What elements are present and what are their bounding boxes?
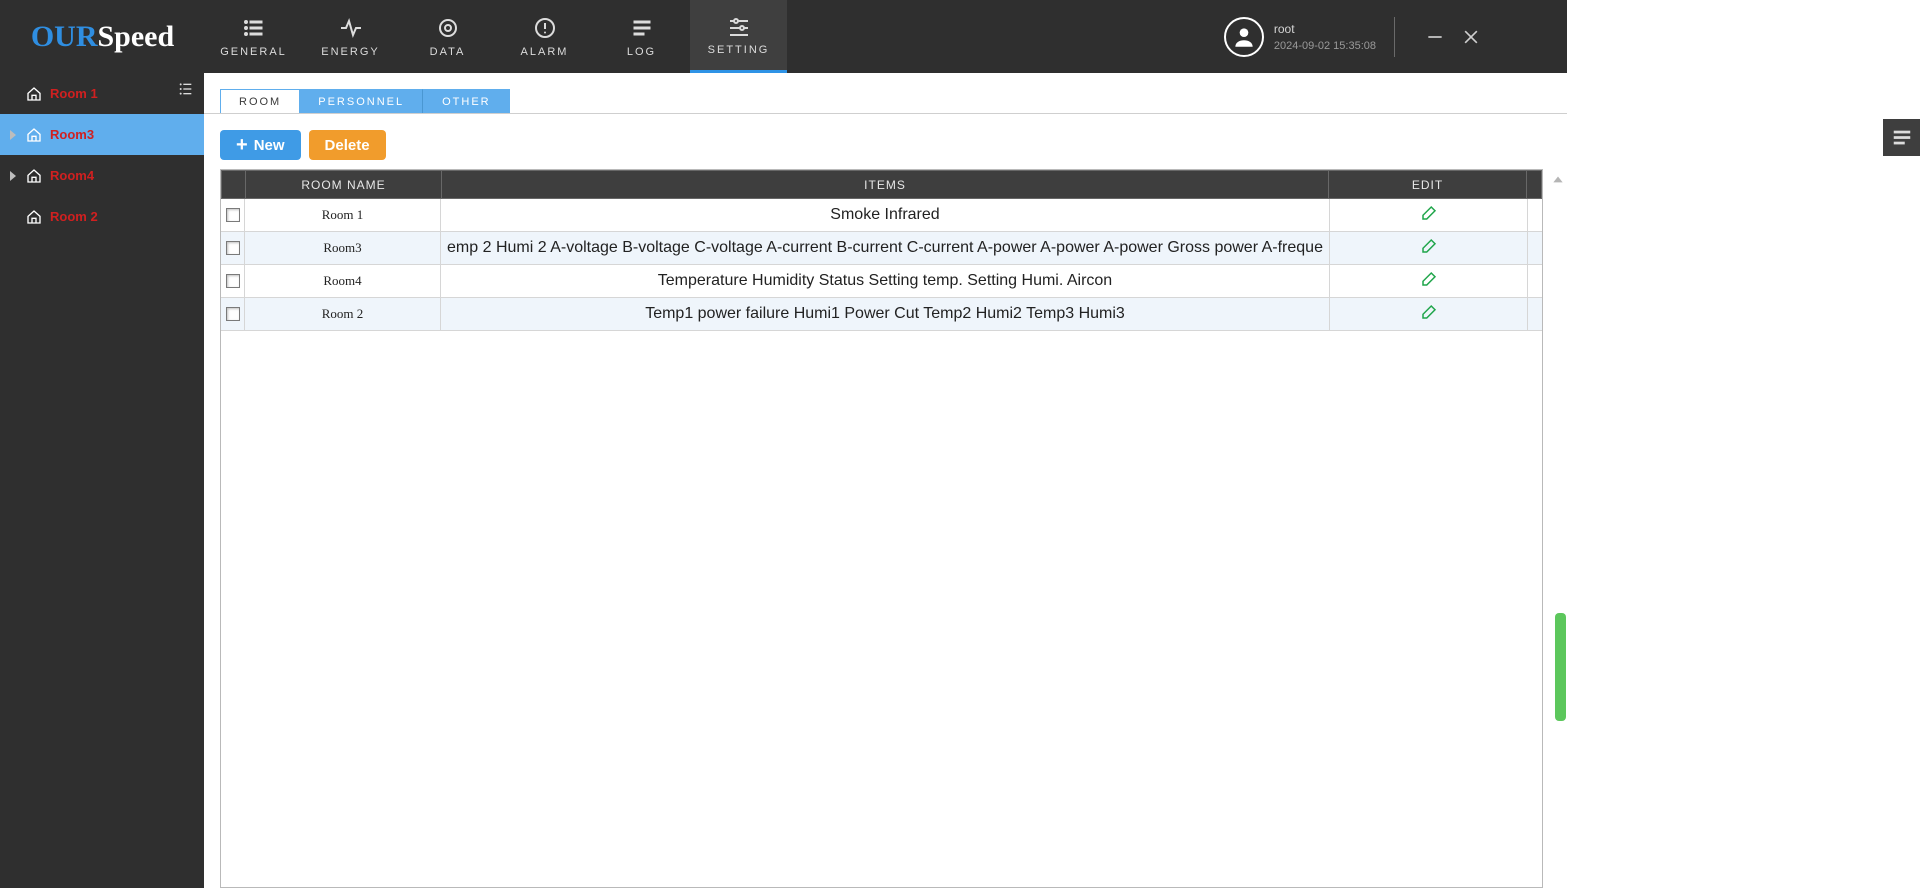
delete-button[interactable]: Delete <box>309 130 386 160</box>
new-button[interactable]: + New <box>220 130 301 160</box>
sidebar-item-label: Room 2 <box>50 209 98 224</box>
lines-icon <box>630 16 654 40</box>
th-scroll-gutter <box>1527 171 1541 198</box>
tab-underline <box>204 113 1567 114</box>
row-checkbox[interactable] <box>226 208 240 222</box>
tab-other[interactable]: OTHER <box>423 89 510 114</box>
tab-label: OTHER <box>442 96 491 108</box>
scroll-up-arrow[interactable] <box>1551 173 1565 191</box>
edit-button[interactable] <box>1420 204 1438 227</box>
list-icon <box>242 16 266 40</box>
sidebar-item-room2[interactable]: Room 2 <box>0 196 204 237</box>
target-icon <box>436 16 460 40</box>
nav-alarm[interactable]: ALARM <box>496 0 593 73</box>
cell-room-name: Room4 <box>245 265 441 297</box>
cell-room-name: Room3 <box>245 232 441 264</box>
alert-icon <box>533 16 557 40</box>
divider <box>1394 17 1395 57</box>
sidebar-item-label: Room 1 <box>50 86 98 101</box>
nav-label: GENERAL <box>220 46 287 58</box>
nav-setting[interactable]: SETTING <box>690 0 787 73</box>
table-row: Room3 emp 2 Humi 2 A-voltage B-voltage C… <box>221 232 1542 265</box>
caret-icon <box>10 171 16 181</box>
minimize-button[interactable] <box>1421 23 1449 51</box>
cell-room-name: Room 1 <box>245 199 441 231</box>
table-body: Room 1 Smoke Infrared Room3 emp 2 Humi 2… <box>221 199 1542 331</box>
logo-part1: OUR <box>31 20 98 54</box>
new-button-label: New <box>254 137 285 154</box>
sidebar-item-label: Room4 <box>50 168 94 183</box>
home-icon <box>26 86 42 102</box>
window-scrollbar-thumb[interactable] <box>1555 613 1566 721</box>
cell-items: Temp1 power failure Humi1 Power Cut Temp… <box>441 298 1330 330</box>
right-panel-toggle[interactable] <box>1883 119 1920 156</box>
cell-room-name: Room 2 <box>245 298 441 330</box>
nav-energy[interactable]: ENERGY <box>302 0 399 73</box>
pulse-icon <box>339 16 363 40</box>
edit-button[interactable] <box>1420 237 1438 260</box>
plus-icon: + <box>236 134 248 157</box>
home-icon <box>26 127 42 143</box>
home-icon <box>26 209 42 225</box>
sidebar: Room 1 Room3 Room4 Room 2 <box>0 73 204 888</box>
settings-tabs: ROOM PERSONNEL OTHER <box>220 89 510 114</box>
delete-button-label: Delete <box>325 137 370 154</box>
button-row: + New Delete <box>220 130 386 160</box>
nav-label: LOG <box>627 46 656 58</box>
nav-label: SETTING <box>708 44 770 56</box>
sidebar-item-label: Room3 <box>50 127 94 142</box>
close-button[interactable] <box>1457 23 1485 51</box>
nav-label: ENERGY <box>321 46 379 58</box>
row-checkbox[interactable] <box>226 307 240 321</box>
caret-icon <box>10 130 16 140</box>
user-name: root <box>1274 22 1376 36</box>
table-row: Room 1 Smoke Infrared <box>221 199 1542 232</box>
table-header: ROOM NAME ITEMS EDIT <box>221 170 1542 199</box>
cell-items: emp 2 Humi 2 A-voltage B-voltage C-volta… <box>441 232 1330 264</box>
nav-label: DATA <box>430 46 466 58</box>
app-logo: OURSpeed <box>0 0 205 73</box>
desktop-background <box>1567 0 1920 888</box>
sidebar-item-room3[interactable]: Room3 <box>0 114 204 155</box>
th-items: ITEMS <box>442 171 1329 198</box>
user-avatar[interactable] <box>1224 17 1264 57</box>
cell-items: Smoke Infrared <box>441 199 1330 231</box>
th-room-name: ROOM NAME <box>246 171 442 198</box>
th-edit: EDIT <box>1329 171 1527 198</box>
sliders-icon <box>727 14 751 38</box>
user-time: 2024-09-02 15:35:08 <box>1274 40 1376 52</box>
cell-items: Temperature Humidity Status Setting temp… <box>441 265 1330 297</box>
logo-part2: Speed <box>97 20 174 54</box>
sidebar-item-room1[interactable]: Room 1 <box>0 73 204 114</box>
rooms-table: ROOM NAME ITEMS EDIT Room 1 Smoke Infrar… <box>220 169 1543 888</box>
home-icon <box>26 168 42 184</box>
tab-personnel[interactable]: PERSONNEL <box>299 89 423 114</box>
table-row: Room4 Temperature Humidity Status Settin… <box>221 265 1542 298</box>
nav-general[interactable]: GENERAL <box>205 0 302 73</box>
nav-label: ALARM <box>521 46 569 58</box>
th-checkbox <box>222 171 246 198</box>
edit-button[interactable] <box>1420 303 1438 326</box>
tab-room[interactable]: ROOM <box>220 89 299 114</box>
row-checkbox[interactable] <box>226 241 240 255</box>
table-row: Room 2 Temp1 power failure Humi1 Power C… <box>221 298 1542 331</box>
sidebar-item-room4[interactable]: Room4 <box>0 155 204 196</box>
edit-button[interactable] <box>1420 270 1438 293</box>
nav-log[interactable]: LOG <box>593 0 690 73</box>
tab-label: PERSONNEL <box>318 96 404 108</box>
nav-data[interactable]: DATA <box>399 0 496 73</box>
top-bar: OURSpeed GENERAL ENERGY DATA ALARM <box>0 0 1567 73</box>
user-box: root 2024-09-02 15:35:08 <box>1224 0 1485 73</box>
sidebar-collapse-toggle[interactable] <box>176 81 204 101</box>
content-area: ROOM PERSONNEL OTHER + New Delete ROOM N… <box>204 73 1567 888</box>
main-nav: GENERAL ENERGY DATA ALARM LOG <box>205 0 787 73</box>
row-checkbox[interactable] <box>226 274 240 288</box>
tab-label: ROOM <box>239 96 281 108</box>
